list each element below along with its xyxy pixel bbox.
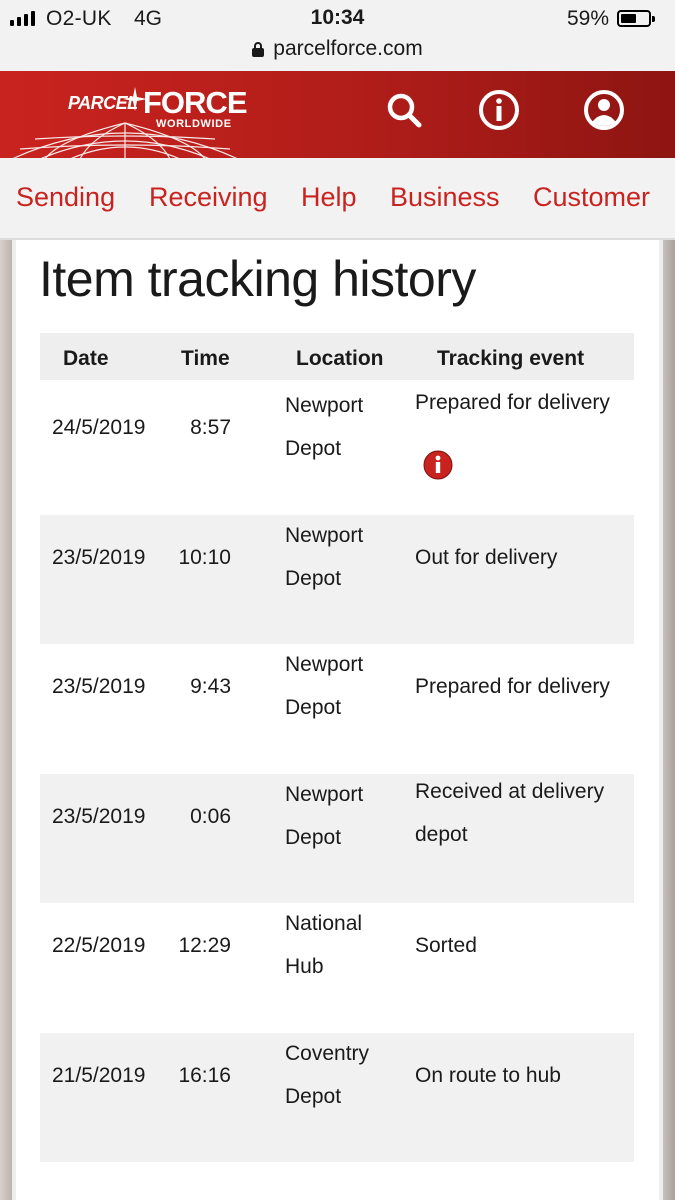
- status-bar: O2-UK 4G 10:34 59%: [0, 0, 675, 38]
- cell-event-line2: depot: [415, 823, 468, 846]
- cell-event-line1: Received at delivery: [415, 780, 605, 803]
- info-alert-icon[interactable]: [423, 450, 453, 480]
- cell-location-line1: Newport: [285, 653, 364, 676]
- cell-date: 22/5/2019: [52, 934, 146, 957]
- cell-date: 24/5/2019: [52, 416, 146, 439]
- cell-event-line1: Prepared for delivery: [415, 675, 610, 698]
- table-row: 23/5/2019 10:10 Newport Depot Out for delive…: [40, 515, 634, 644]
- info-icon[interactable]: [477, 88, 521, 132]
- account-icon[interactable]: [582, 88, 626, 132]
- search-icon[interactable]: [382, 88, 426, 132]
- cell-location-line1: National: [285, 912, 363, 935]
- cell-location-line2: Depot: [285, 437, 342, 460]
- logo-force: FORCE: [143, 85, 247, 120]
- cell-event-line1: Sorted: [415, 934, 477, 957]
- column-header-time: Time: [181, 347, 230, 370]
- table-row: 23/5/2019 0:06 Newport Depot Received at del…: [40, 774, 634, 903]
- table-row: 24/5/2019 8:57 Newport Depot Prepared for de…: [40, 385, 634, 514]
- table-row: 22/5/2019 12:29 National Hub Sorted: [40, 903, 634, 1032]
- cell-location-line1: Newport: [285, 783, 364, 806]
- main-nav: Sending Receiving Help Business Customer: [0, 158, 675, 240]
- cell-location-line2: Depot: [285, 696, 342, 719]
- logo-worldwide: WORLDWIDE: [156, 118, 232, 130]
- cell-time: 9:43: [190, 675, 231, 698]
- cell-date: 23/5/2019: [52, 546, 146, 569]
- lock-icon: [252, 41, 265, 57]
- cell-time: 8:57: [190, 416, 231, 439]
- cell-date: 23/5/2019: [52, 805, 146, 828]
- cell-location-line2: Depot: [285, 1085, 342, 1108]
- browser-url-bar[interactable]: parcelforce.com: [0, 36, 675, 72]
- cell-event-line1: Prepared for delivery: [415, 391, 610, 414]
- battery-percent: 59%: [567, 7, 610, 30]
- logo-parcel: PARCEL: [68, 93, 138, 113]
- parcelforce-logo[interactable]: PARCEL FORCE WORLDWIDE: [10, 71, 250, 158]
- nav-customer[interactable]: Customer: [533, 182, 650, 213]
- column-header-tracking-event: Tracking event: [437, 347, 585, 370]
- cell-time: 16:16: [178, 1064, 231, 1087]
- site-header: PARCEL FORCE WORLDWIDE: [0, 71, 675, 158]
- tracking-table-header: Date Time Location Tracking event: [40, 333, 634, 380]
- battery-icon: [617, 10, 655, 27]
- table-row: 23/5/2019 9:43 Newport Depot Prepared for de…: [40, 644, 634, 773]
- cell-event-line1: Out for delivery: [415, 546, 558, 569]
- cell-location-line2: Depot: [285, 826, 342, 849]
- nav-receiving[interactable]: Receiving: [149, 182, 268, 213]
- cell-date: 21/5/2019: [52, 1064, 146, 1087]
- column-header-location: Location: [296, 347, 384, 370]
- cell-location-line2: Depot: [285, 567, 342, 590]
- cell-time: 0:06: [190, 805, 231, 828]
- column-header-date: Date: [63, 347, 109, 370]
- nav-sending[interactable]: Sending: [16, 182, 115, 213]
- page-title: Item tracking history: [39, 251, 476, 307]
- nav-business[interactable]: Business: [390, 182, 500, 213]
- cell-location-line2: Hub: [285, 955, 324, 978]
- cell-location-line1: Newport: [285, 524, 364, 547]
- cell-location-line1: Coventry: [285, 1042, 370, 1065]
- nav-help[interactable]: Help: [301, 182, 357, 213]
- cell-time: 12:29: [178, 934, 231, 957]
- cell-location-line1: Newport: [285, 394, 364, 417]
- table-row: 21/5/2019 16:16 Coventry Depot On route to h…: [40, 1033, 634, 1162]
- cell-date: 23/5/2019: [52, 675, 146, 698]
- cell-time: 10:10: [178, 546, 231, 569]
- cell-event-line1: On route to hub: [415, 1064, 561, 1087]
- url-text: parcelforce.com: [273, 37, 423, 60]
